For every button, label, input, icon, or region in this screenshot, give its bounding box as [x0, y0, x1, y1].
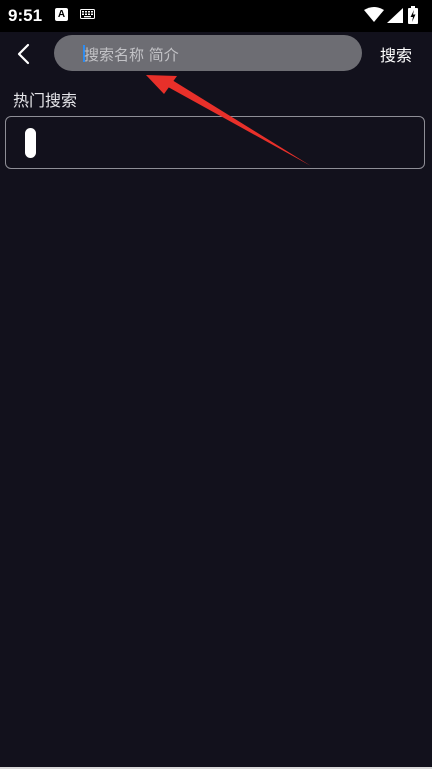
search-placeholder: 搜索名称 简介 — [84, 46, 179, 64]
search-button[interactable]: 搜索 — [380, 42, 412, 66]
hot-search-title: 热门搜索 — [13, 91, 78, 110]
chevron-left-icon — [17, 43, 30, 65]
status-time: 9:51 — [8, 6, 43, 25]
search-input[interactable]: 搜索名称 简介 — [54, 35, 362, 71]
status-icons — [364, 6, 424, 24]
search-header: 搜索名称 简介 搜索 — [0, 32, 432, 76]
notification-a-icon: A — [55, 8, 68, 21]
back-button[interactable] — [10, 38, 38, 70]
status-bar: 9:51 A — [0, 0, 432, 32]
hot-search-placeholder-pill — [25, 128, 36, 158]
battery-icon — [408, 6, 418, 24]
signal-icon — [387, 8, 403, 23]
hot-search-panel — [5, 116, 425, 169]
wifi-icon — [364, 7, 384, 22]
keyboard-icon — [80, 9, 95, 19]
